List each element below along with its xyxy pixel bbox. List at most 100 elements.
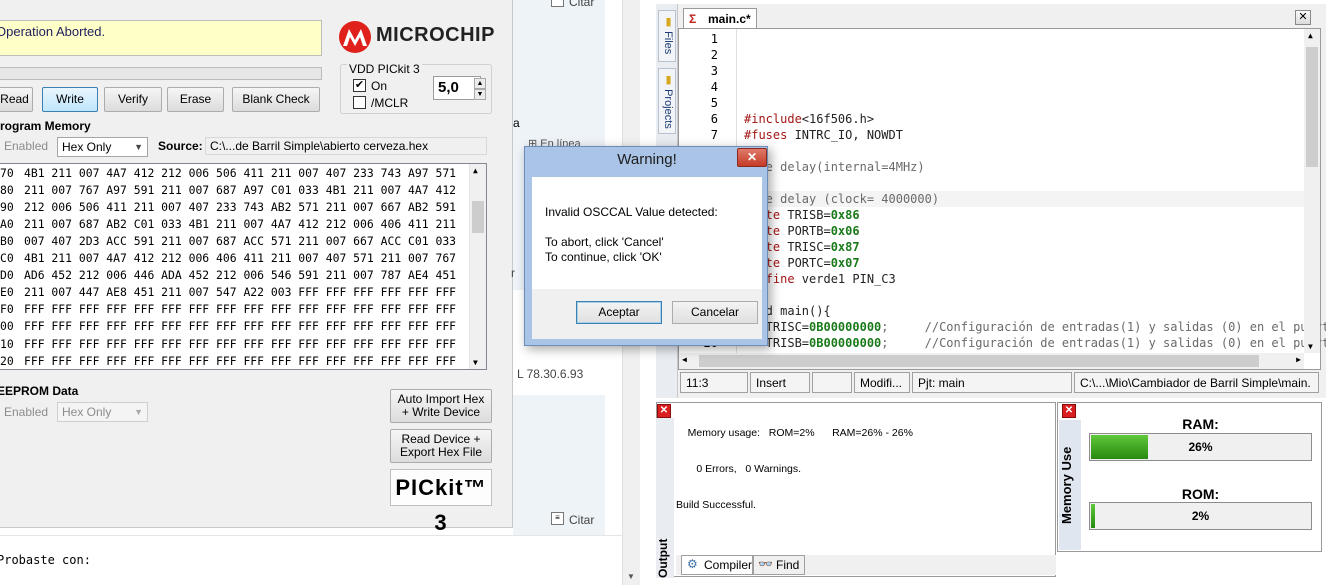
scroll-up-icon[interactable]: ▲ — [473, 166, 478, 175]
cursor-position: 11:3 — [680, 372, 748, 393]
dialog-body: Invalid OSCCAL Value detected: To abort,… — [532, 177, 762, 289]
line-number: 1 — [710, 32, 718, 46]
memory-words: FFF FFF FFF FFF FFF FFF FFF FFF FFF FFF … — [24, 302, 457, 317]
rom-bar: 2% — [1089, 502, 1312, 530]
memory-words: FFF FFF FFF FFF FFF FFF FFF FFF FFF FFF … — [24, 353, 457, 368]
erase-button[interactable]: Erase — [167, 87, 224, 112]
project-icon: ▮ — [662, 73, 674, 86]
editor-tab-main[interactable]: Σ main.c* — [683, 8, 757, 28]
memory-row: 10 FFF FFF FFF FFF FFF FFF FFF FFF FFF FF… — [0, 336, 456, 353]
write-button[interactable]: Write — [42, 87, 98, 112]
mclr-label: /MCLR — [371, 96, 409, 110]
memory-words: 211 007 447 AE8 451 211 007 547 A22 003 … — [24, 285, 457, 300]
scroll-left-icon[interactable]: ◀ — [682, 355, 687, 364]
editor-vscroll-thumb[interactable] — [1306, 47, 1318, 167]
editor-hscroll-thumb[interactable] — [699, 355, 1259, 367]
source-label: Source: — [158, 139, 203, 153]
progress-bar — [0, 67, 322, 80]
close-icon[interactable]: ✕ — [1295, 10, 1311, 25]
read-export-button[interactable]: Read Device + Export Hex File — [390, 429, 492, 463]
scroll-right-icon[interactable]: ▶ — [1296, 355, 1301, 364]
program-memory-mode-select[interactable]: Hex Only ▼ — [57, 137, 148, 157]
output-label: Output — [656, 418, 674, 578]
output-text: Memory usage: ROM=2% RAM=26% - 26% 0 Err… — [676, 403, 913, 523]
auto-import-button[interactable]: Auto Import Hex + Write Device — [390, 389, 492, 423]
dialog-title: Warning! — [617, 151, 677, 168]
spin-down-icon[interactable]: ▼ — [474, 89, 486, 100]
ram-bar: 26% — [1089, 433, 1312, 461]
status-empty — [812, 372, 852, 393]
code-editor[interactable]: 1234567891011121314151617181920 #include… — [678, 28, 1326, 370]
projects-tab-label: Projects — [662, 89, 674, 129]
compiler-tab[interactable]: ⚙ Compiler — [681, 555, 753, 575]
microchip-wordmark: MICROCHIP — [376, 24, 495, 46]
find-tab-label: Find — [776, 558, 800, 572]
line-number: 2 — [710, 48, 718, 62]
files-tab-label: Files — [662, 31, 674, 55]
scroll-up-icon[interactable]: ▲ — [1308, 31, 1313, 40]
program-memory-mode-value: Hex Only — [62, 140, 112, 154]
chevron-down-icon: ▼ — [134, 407, 143, 417]
ram-title: RAM: — [1182, 416, 1219, 432]
compiler-icon: ⚙ — [687, 557, 698, 571]
scroll-down-icon[interactable]: ▼ — [1308, 342, 1313, 351]
reply-box[interactable]: Probaste con: — [0, 535, 622, 585]
blank-check-button[interactable]: Blank Check — [232, 87, 320, 112]
scroll-down-icon[interactable]: ▼ — [473, 358, 478, 367]
scroll-thumb[interactable] — [472, 201, 484, 233]
editor-vscrollbar[interactable]: ▲ ▼ — [1304, 29, 1320, 353]
ok-button[interactable]: Aceptar — [576, 301, 662, 324]
line-number: 5 — [710, 96, 718, 110]
memory-words: FFF FFF FFF FFF FFF FFF FFF FFF FFF FFF … — [24, 336, 457, 351]
citar-link-top[interactable]: Citar — [569, 0, 594, 9]
citar-icon[interactable] — [551, 0, 564, 7]
eeprom-mode-select[interactable]: Hex Only ▼ — [57, 402, 148, 422]
memory-words: 212 006 506 411 211 007 407 233 743 AB2 … — [24, 200, 457, 215]
chevron-down-icon: ▼ — [134, 142, 143, 152]
mclr-checkbox[interactable] — [353, 96, 366, 109]
program-memory-grid[interactable]: 70 4B1 211 007 4A7 412 212 006 506 411 21… — [0, 163, 487, 370]
projects-tab[interactable]: ▮ Projects — [658, 68, 676, 134]
dialog-close-icon[interactable]: ✕ — [737, 148, 767, 167]
line-number: 4 — [710, 80, 718, 94]
scroll-down-icon[interactable]: ▼ — [627, 572, 635, 581]
web-text-fragment: a — [513, 116, 520, 130]
close-memory-icon[interactable]: ✕ — [1062, 404, 1076, 418]
editor-tab-title: main.c* — [708, 12, 751, 26]
cancel-button[interactable]: Cancelar — [672, 301, 758, 324]
code-line: TRISB=0B00000000; //Configuración de ent… — [744, 336, 1326, 350]
close-output-icon[interactable]: ✕ — [657, 404, 671, 418]
verify-button[interactable]: Verify — [104, 87, 162, 112]
memory-row: A0 211 007 687 AB2 C01 033 4B1 211 007 4A… — [0, 216, 456, 233]
ide-status-bar: 11:3 Insert Modifi... Pjt: main C:\...\M… — [678, 372, 1321, 394]
web-ip-address: L 78.30.6.93 — [517, 367, 584, 381]
file-path-status: C:\...\Mio\Cambiador de Barril Simple\ma… — [1074, 372, 1319, 393]
output-line: Build Successful. — [676, 499, 756, 511]
memory-words: 211 007 687 AB2 C01 033 4B1 211 007 4A7 … — [24, 217, 457, 232]
line-number: 3 — [710, 64, 718, 78]
memory-address: A0 — [0, 217, 14, 232]
code-line: #fuses INTRC_IO, NOWDT — [744, 128, 903, 142]
binoculars-icon: 👓 — [758, 557, 773, 571]
citar-icon[interactable]: ≡ — [551, 512, 564, 525]
files-tab[interactable]: ▮ Files — [658, 10, 676, 62]
editor-hscrollbar[interactable]: ◀ ▶ — [679, 353, 1304, 369]
citar-link-bottom[interactable]: Citar — [569, 513, 594, 527]
status-text: Operation Aborted. — [0, 24, 106, 39]
output-line: 0 Errors, 0 Warnings. — [676, 463, 802, 475]
memory-scrollbar[interactable]: ▲ ▼ — [469, 164, 486, 369]
vdd-group: VDD PICkit 3 ✔ On /MCLR 5,0 ▲ ▼ — [340, 62, 492, 114]
pickit-window: Operation Aborted. MICROCHIP Read Write … — [0, 0, 513, 535]
memory-row: B0 007 407 2D3 ACC 591 211 007 687 ACC 57… — [0, 233, 456, 250]
rom-title: ROM: — [1181, 486, 1220, 502]
vdd-on-checkbox[interactable]: ✔ — [353, 79, 366, 92]
dialog-message-line: To abort, click 'Cancel' — [545, 235, 664, 249]
memory-row: E0 211 007 447 AE8 451 211 007 547 A22 00… — [0, 284, 456, 301]
vdd-on-label: On — [371, 79, 388, 93]
spin-up-icon[interactable]: ▲ — [474, 78, 486, 89]
memory-address: 70 — [0, 166, 14, 180]
find-tab[interactable]: 👓 Find — [753, 555, 805, 575]
project-status: Pjt: main — [912, 372, 1072, 393]
read-button[interactable]: Read — [0, 87, 33, 112]
compiler-tab-label: Compiler — [704, 558, 753, 572]
